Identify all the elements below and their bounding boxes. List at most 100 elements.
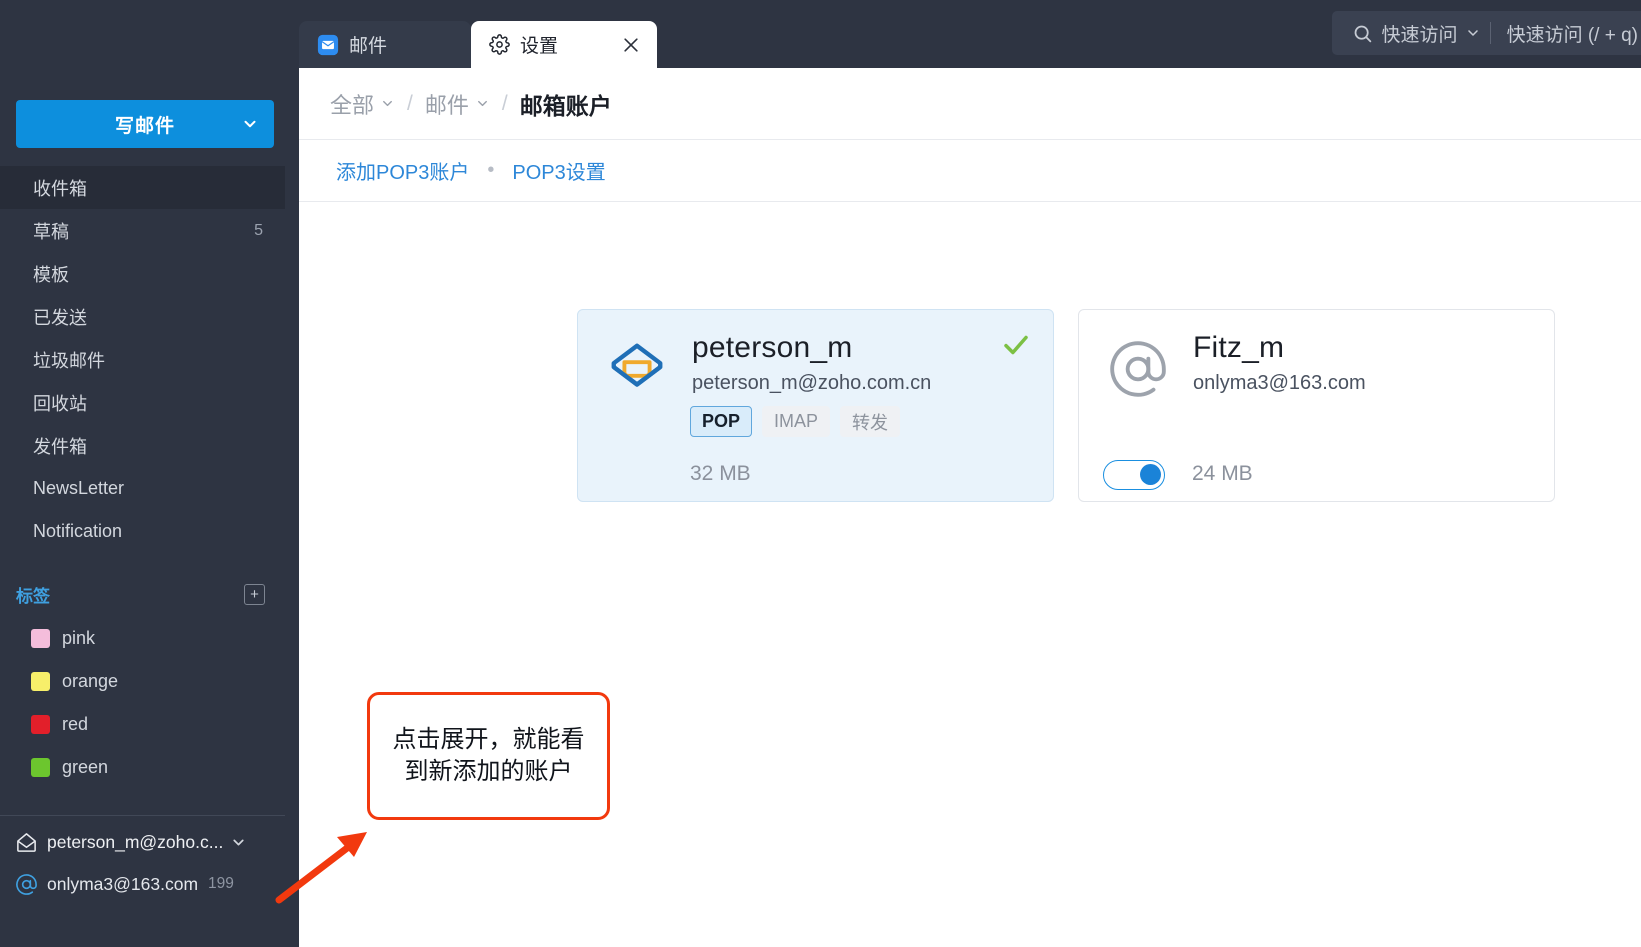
close-icon[interactable] [619, 33, 643, 57]
tag-label: pink [62, 628, 96, 648]
tag-color-swatch [31, 629, 50, 648]
sidebar-item-label: NewsLetter [33, 478, 125, 498]
sidebar-item-count: 5 [254, 221, 263, 239]
account-card-email: peterson_m@zoho.com.cn [692, 372, 932, 394]
chevron-down-icon[interactable] [226, 100, 274, 148]
sidebar-item-outbox[interactable]: 发件箱 [0, 424, 285, 467]
sidebar-account-count: 199 [208, 875, 234, 892]
sidebar-account-secondary[interactable]: onlyma3@163.com 199 [0, 863, 299, 905]
sidebar-item-label: 草稿 [33, 221, 69, 242]
annotation-line-2: 到新添加的账户 [404, 758, 573, 785]
sidebar-item-label: 模板 [33, 264, 69, 285]
account-card-size: 24 MB [1192, 462, 1253, 485]
sidebar-item-trash[interactable]: 回收站 [0, 381, 285, 424]
sidebar-nav-list: 收件箱 草稿 5 模板 已发送 垃圾邮件 回收站 发件箱 NewsLetter … [0, 166, 285, 553]
tab-mail[interactable]: 邮件 [299, 21, 471, 68]
sidebar-item-label: 发件箱 [33, 436, 87, 457]
protocol-chip-row: POP IMAP 转发 [690, 406, 901, 437]
annotation-callout: 点击展开，就能看 到新添加的账户 [367, 692, 610, 820]
tab-mail-label: 邮件 [349, 36, 388, 57]
tag-label: red [62, 714, 89, 734]
tags-section-header: 标签 + [0, 575, 285, 613]
protocol-chip-pop[interactable]: POP [690, 406, 753, 437]
sidebar-item-spam[interactable]: 垃圾邮件 [0, 338, 285, 381]
search-icon [1352, 23, 1373, 44]
quick-access-search[interactable]: 快速访问 快速访问 (/ + q) [1331, 11, 1641, 55]
app-root: 写邮件 收件箱 草稿 5 模板 已发送 垃圾邮件 回收站 发件箱 NewsLet… [0, 0, 1641, 947]
account-cards-area: peterson_m peterson_m@zoho.com.cn POP IM… [299, 202, 1641, 947]
breadcrumb-separator: / [407, 91, 413, 115]
protocol-chip-imap[interactable]: IMAP [762, 406, 831, 437]
pop3-settings-link[interactable]: POP3设置 [512, 156, 605, 185]
sidebar-item-label: 垃圾邮件 [33, 350, 105, 371]
account-card-name: peterson_m [692, 331, 853, 364]
quick-access-label: 快速访问 [1381, 24, 1458, 46]
account-card-peterson-m[interactable]: peterson_m peterson_m@zoho.com.cn POP IM… [577, 309, 1054, 502]
sidebar-item-label: 已发送 [33, 307, 87, 328]
account-card-email: onlyma3@163.com [1193, 372, 1366, 394]
chevron-down-icon[interactable] [380, 96, 395, 111]
breadcrumb-item-mail[interactable]: 邮件 [425, 88, 490, 120]
chevron-down-icon[interactable] [1465, 25, 1481, 41]
account-card-name: Fitz_m [1193, 331, 1285, 364]
sidebar-account-address: peterson_m@zoho.c... [47, 831, 224, 852]
gear-icon [489, 34, 510, 55]
quick-access-hint: 快速访问 (/ + q) [1506, 24, 1638, 46]
annotation-line-1: 点击展开，就能看 [392, 725, 585, 753]
at-sign-icon [14, 872, 38, 896]
tag-label: green [62, 757, 109, 777]
envelope-open-icon [14, 830, 38, 854]
tag-color-swatch [31, 672, 50, 691]
sidebar-item-label: 收件箱 [33, 178, 87, 199]
sidebar-item-notification[interactable]: Notification [0, 510, 285, 553]
protocol-chip-forward[interactable]: 转发 [840, 406, 901, 437]
quick-access-divider [1489, 22, 1491, 44]
sidebar-item-inbox[interactable]: 收件箱 [0, 166, 285, 209]
breadcrumb-label: 邮件 [424, 92, 469, 118]
tab-settings-label: 设置 [520, 36, 559, 57]
chevron-down-icon[interactable] [230, 834, 247, 851]
chevron-down-icon[interactable] [475, 96, 490, 111]
toggle-knob [1140, 464, 1161, 485]
sidebar: 写邮件 收件箱 草稿 5 模板 已发送 垃圾邮件 回收站 发件箱 NewsLet… [0, 0, 299, 947]
tag-item-orange[interactable]: orange [0, 660, 285, 703]
sidebar-account-address: onlyma3@163.com [47, 873, 199, 894]
zoho-mail-logo-icon [604, 336, 670, 402]
sidebar-account-list: peterson_m@zoho.c... onlyma3@163.com 199 [0, 821, 299, 905]
sidebar-account-primary[interactable]: peterson_m@zoho.c... [0, 821, 299, 863]
account-card-size: 32 MB [690, 462, 751, 485]
compose-row: 写邮件 [16, 100, 274, 148]
breadcrumb: 全部 / 邮件 / 邮箱账户 [299, 68, 1641, 140]
tag-item-pink[interactable]: pink [0, 617, 285, 660]
compose-button-label: 写邮件 [114, 115, 175, 137]
add-pop3-account-link[interactable]: 添加POP3账户 [336, 156, 469, 185]
top-tab-bar: 邮件 设置 快速访问 快速访问 (/ + q) [299, 0, 1641, 68]
sidebar-item-drafts[interactable]: 草稿 5 [0, 209, 285, 252]
breadcrumb-item-all[interactable]: 全部 [330, 88, 395, 120]
tags-section-title: 标签 [16, 586, 50, 606]
tag-color-swatch [31, 758, 50, 777]
sidebar-item-label: 回收站 [33, 393, 87, 414]
mail-app-icon [317, 34, 339, 56]
add-tag-glyph: + [250, 585, 259, 603]
subnav-dot-separator: • [487, 159, 495, 181]
page-title: 邮箱账户 [519, 92, 612, 119]
tag-label: orange [62, 671, 119, 691]
account-card-fitz-m[interactable]: Fitz_m onlyma3@163.com 24 MB [1078, 309, 1555, 502]
sidebar-divider [0, 815, 285, 816]
tag-list: pink orange red green [0, 617, 285, 789]
sidebar-item-sent[interactable]: 已发送 [0, 295, 285, 338]
breadcrumb-separator: / [501, 91, 508, 115]
at-sign-icon [1105, 336, 1171, 402]
tag-color-swatch [31, 715, 50, 734]
check-icon [1001, 330, 1031, 360]
tag-item-red[interactable]: red [0, 703, 285, 746]
sidebar-item-newsletter[interactable]: NewsLetter [0, 467, 285, 510]
plus-icon[interactable]: + [244, 583, 265, 605]
sidebar-item-templates[interactable]: 模板 [0, 252, 285, 295]
sidebar-item-label: Notification [33, 521, 123, 541]
tag-item-green[interactable]: green [0, 746, 285, 789]
subnav: 添加POP3账户 • POP3设置 [299, 140, 1641, 202]
tab-settings[interactable]: 设置 [471, 21, 657, 68]
account-enable-toggle[interactable] [1103, 460, 1165, 490]
